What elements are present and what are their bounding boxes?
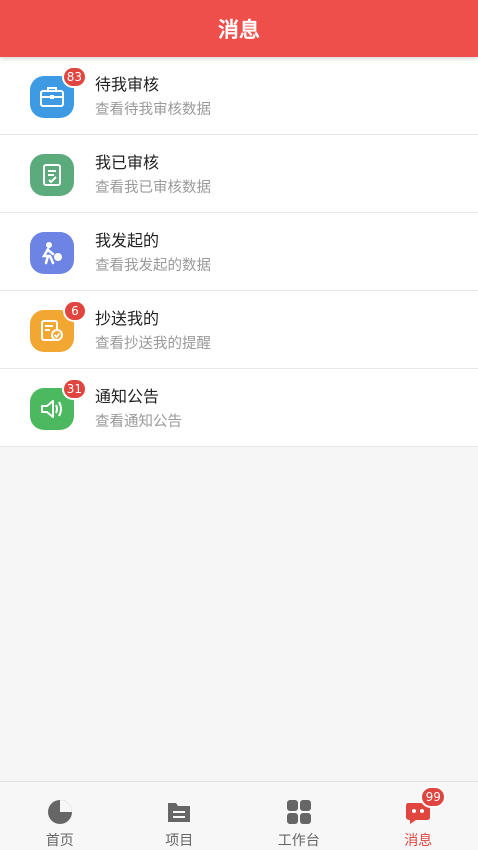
message-icon: 99 [404, 786, 447, 826]
document-check-icon: 6 [30, 300, 87, 352]
checked-document-icon [30, 154, 74, 196]
item-subtitle: 查看待我审核数据 [95, 102, 211, 118]
briefcase-icon: 83 [30, 66, 87, 118]
message-list: 83 待我审核 查看待我审核数据 我已审核 查看我已审核数据 我发起的 查看我发… [0, 57, 478, 447]
list-item-initiated[interactable]: 我发起的 查看我发起的数据 [0, 213, 478, 291]
tab-label: 工作台 [277, 833, 320, 849]
bottom-tab-bar: 首页 项目 工作台 99 消息 [0, 781, 478, 850]
item-subtitle: 查看抄送我的提醒 [95, 336, 211, 352]
list-item-pending-review[interactable]: 83 待我审核 查看待我审核数据 [0, 57, 478, 135]
person-running-icon [30, 232, 74, 274]
tab-messages[interactable]: 99 消息 [359, 782, 478, 850]
tab-projects[interactable]: 项目 [120, 782, 240, 850]
list-item-reviewed[interactable]: 我已审核 查看我已审核数据 [0, 135, 478, 213]
item-title: 通知公告 [95, 387, 160, 406]
item-title: 我已审核 [95, 153, 160, 172]
unread-badge: 6 [63, 300, 87, 322]
item-title: 待我审核 [95, 75, 160, 94]
speaker-icon: 31 [30, 378, 87, 430]
list-item-notice[interactable]: 31 通知公告 查看通知公告 [0, 369, 478, 447]
tab-label: 消息 [404, 833, 433, 849]
unread-badge: 83 [61, 66, 87, 88]
tab-label: 项目 [165, 833, 194, 849]
folder-icon [165, 798, 193, 826]
tab-home[interactable]: 首页 [0, 782, 120, 850]
item-title: 我发起的 [95, 231, 160, 250]
tab-workbench[interactable]: 工作台 [239, 782, 359, 850]
list-item-cc-me[interactable]: 6 抄送我的 查看抄送我的提醒 [0, 291, 478, 369]
item-title: 抄送我的 [95, 309, 160, 328]
unread-badge: 31 [61, 378, 87, 400]
grid-icon [285, 798, 313, 826]
tab-label: 首页 [45, 833, 74, 849]
page-title: 消息 [0, 0, 478, 57]
item-subtitle: 查看我已审核数据 [95, 180, 211, 196]
unread-badge: 99 [420, 786, 447, 808]
pie-chart-icon [46, 798, 74, 826]
item-subtitle: 查看我发起的数据 [95, 258, 211, 274]
item-subtitle: 查看通知公告 [95, 414, 182, 430]
